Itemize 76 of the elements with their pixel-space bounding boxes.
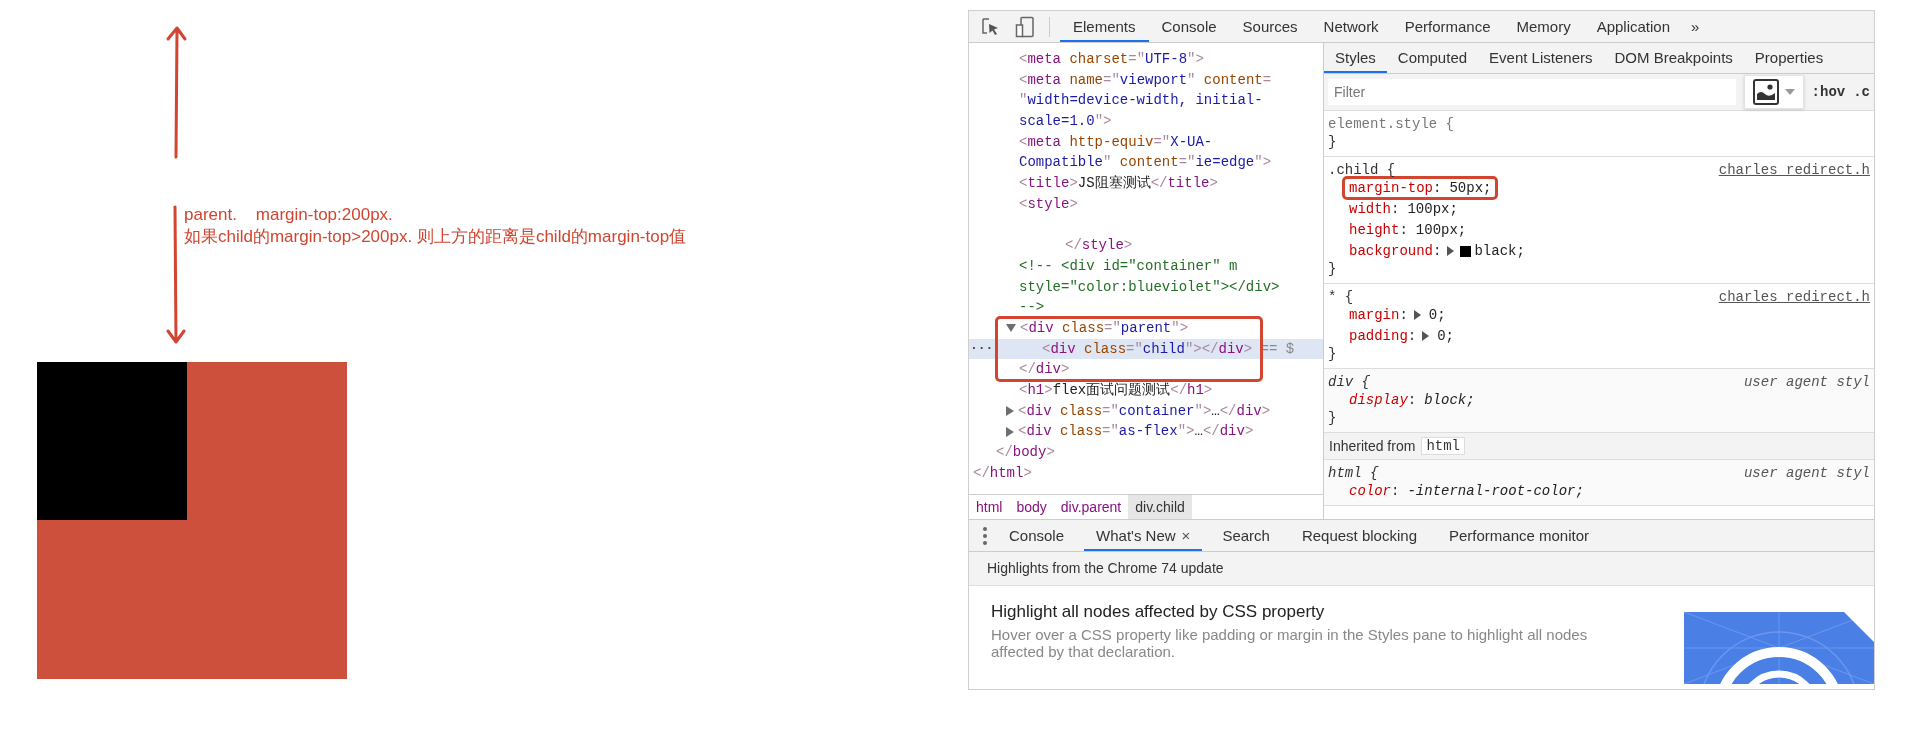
css-selector: .child { [1328, 161, 1396, 179]
dom-node-line[interactable]: --> [969, 297, 1323, 318]
source-link[interactable]: charles_redirect.h [1718, 288, 1870, 306]
css-selector: html { [1328, 464, 1379, 482]
sidebar-tab[interactable]: Event Listeners [1478, 43, 1604, 73]
color-swatch[interactable] [1460, 245, 1472, 257]
dom-node-line[interactable]: </style> [969, 235, 1323, 256]
sidebar-tab[interactable]: Properties [1743, 43, 1835, 73]
sidebar-tab[interactable]: DOM Breakpoints [1603, 43, 1744, 73]
drawer-tab[interactable]: Console [997, 520, 1077, 551]
expand-triangle-icon[interactable] [1006, 406, 1014, 416]
image-icon[interactable] [1752, 79, 1779, 105]
expand-triangle-icon[interactable] [1422, 331, 1430, 341]
css-declaration[interactable]: height: 100px; [1342, 218, 1474, 242]
dom-node-line[interactable]: </body> [969, 442, 1323, 463]
more-button[interactable]: ... [970, 335, 994, 357]
css-selector: div { [1328, 373, 1370, 391]
closing-brace: } [1328, 409, 1338, 427]
dom-node-line[interactable]: </div> [969, 359, 1323, 380]
dom-node-line[interactable]: Compatible" content="ie=edge"> [969, 152, 1323, 174]
hover-state-toggle[interactable]: :hov [1811, 84, 1846, 100]
device-icon[interactable] [1015, 15, 1035, 38]
css-declaration[interactable]: display: block; [1342, 388, 1482, 412]
dom-node-line[interactable]: <meta charset="UTF-8"> [969, 49, 1323, 70]
css-selector: * { [1328, 288, 1354, 306]
dom-node-line[interactable]: <meta name="viewport" content= [969, 69, 1323, 91]
dom-node-line[interactable]: <title>JS阻塞测试</title> [969, 173, 1323, 194]
dom-node-line[interactable]: </html> [969, 462, 1323, 484]
panel-tab[interactable]: Elements [1060, 11, 1149, 42]
breadcrumb[interactable]: div.child [1128, 495, 1192, 519]
css-declaration[interactable]: color: -internal-root-color; [1342, 479, 1591, 503]
feature-description: Hover over a CSS property like padding or margin in the Styles pane to highlight all nodes affected by that declaration. [991, 626, 1589, 660]
panel-tab[interactable]: Network [1310, 11, 1392, 42]
dom-node-line[interactable]: <div class="as-flex">…</div> [969, 421, 1323, 443]
annotation-text: parent. margin-top:200px. [184, 204, 394, 226]
annotation-text: 如果child的margin-top>200px. 则上方的距离是child的margin-top值 [184, 226, 687, 248]
css-selector: element.style { [1328, 115, 1455, 133]
dom-node-line[interactable]: scale=1.0"> [969, 111, 1323, 132]
drawer-tab[interactable]: Request blocking [1289, 520, 1429, 551]
breadcrumb[interactable]: div.parent [1053, 495, 1129, 519]
expand-triangle-icon[interactable] [1413, 310, 1421, 320]
filter-field[interactable]: Filter [1328, 79, 1736, 105]
css-declaration[interactable]: background: black; [1342, 239, 1532, 263]
css-declaration[interactable]: padding: 0; [1342, 324, 1462, 348]
closing-brace: } [1328, 260, 1338, 278]
inherited-label: Inherited from [1329, 438, 1416, 454]
drawer-tab[interactable]: Performance monitor [1437, 520, 1602, 551]
breadcrumb[interactable]: html [969, 495, 1010, 519]
panel-tab[interactable]: Memory [1503, 11, 1584, 42]
expand-triangle-icon[interactable] [1006, 426, 1014, 437]
dom-node-line[interactable]: <style> [969, 193, 1323, 215]
closing-brace: } [1328, 133, 1338, 151]
css-declaration[interactable]: width: 100px; [1342, 197, 1465, 221]
closing-brace: } [1328, 345, 1338, 363]
drawer-header: Highlights from the Chrome 74 update [969, 552, 1874, 586]
class-toggle[interactable]: .c [1853, 84, 1870, 100]
dom-node-line[interactable]: "width=device-width, initial- [969, 90, 1323, 112]
feature-title: Highlight all nodes affected by CSS property [991, 602, 1326, 622]
breadcrumb[interactable]: body [1009, 495, 1054, 519]
drawer-tab[interactable]: Search [1210, 520, 1282, 551]
sidebar-tab[interactable]: Computed [1386, 43, 1479, 73]
panel-tab[interactable]: Sources [1229, 11, 1311, 42]
dom-node-line[interactable]: <meta http-equiv="X-UA- [969, 131, 1323, 153]
more-tabs-button[interactable]: » [1683, 11, 1708, 42]
caret-icon[interactable] [1784, 89, 1795, 95]
panel-tab[interactable]: Performance [1391, 11, 1504, 42]
dom-node-line[interactable]: <!-- <div id="container" m [969, 255, 1323, 277]
css-declaration[interactable]: margin: 0; [1342, 303, 1453, 327]
panel-tab[interactable]: Console [1148, 11, 1230, 42]
css-declaration[interactable]: margin-top: 50px; [1342, 176, 1499, 200]
element-link[interactable]: html [1421, 437, 1465, 455]
panel-tab[interactable]: Application [1583, 11, 1684, 42]
dom-node-line[interactable]: <h1>flex面试问题测试</h1> [969, 380, 1323, 401]
source-link[interactable]: charles_redirect.h [1718, 161, 1870, 179]
dom-node-line[interactable]: style="color:blueviolet"></div> [969, 276, 1323, 298]
dom-node-line[interactable]: <div class="container">…</div> [969, 400, 1323, 422]
